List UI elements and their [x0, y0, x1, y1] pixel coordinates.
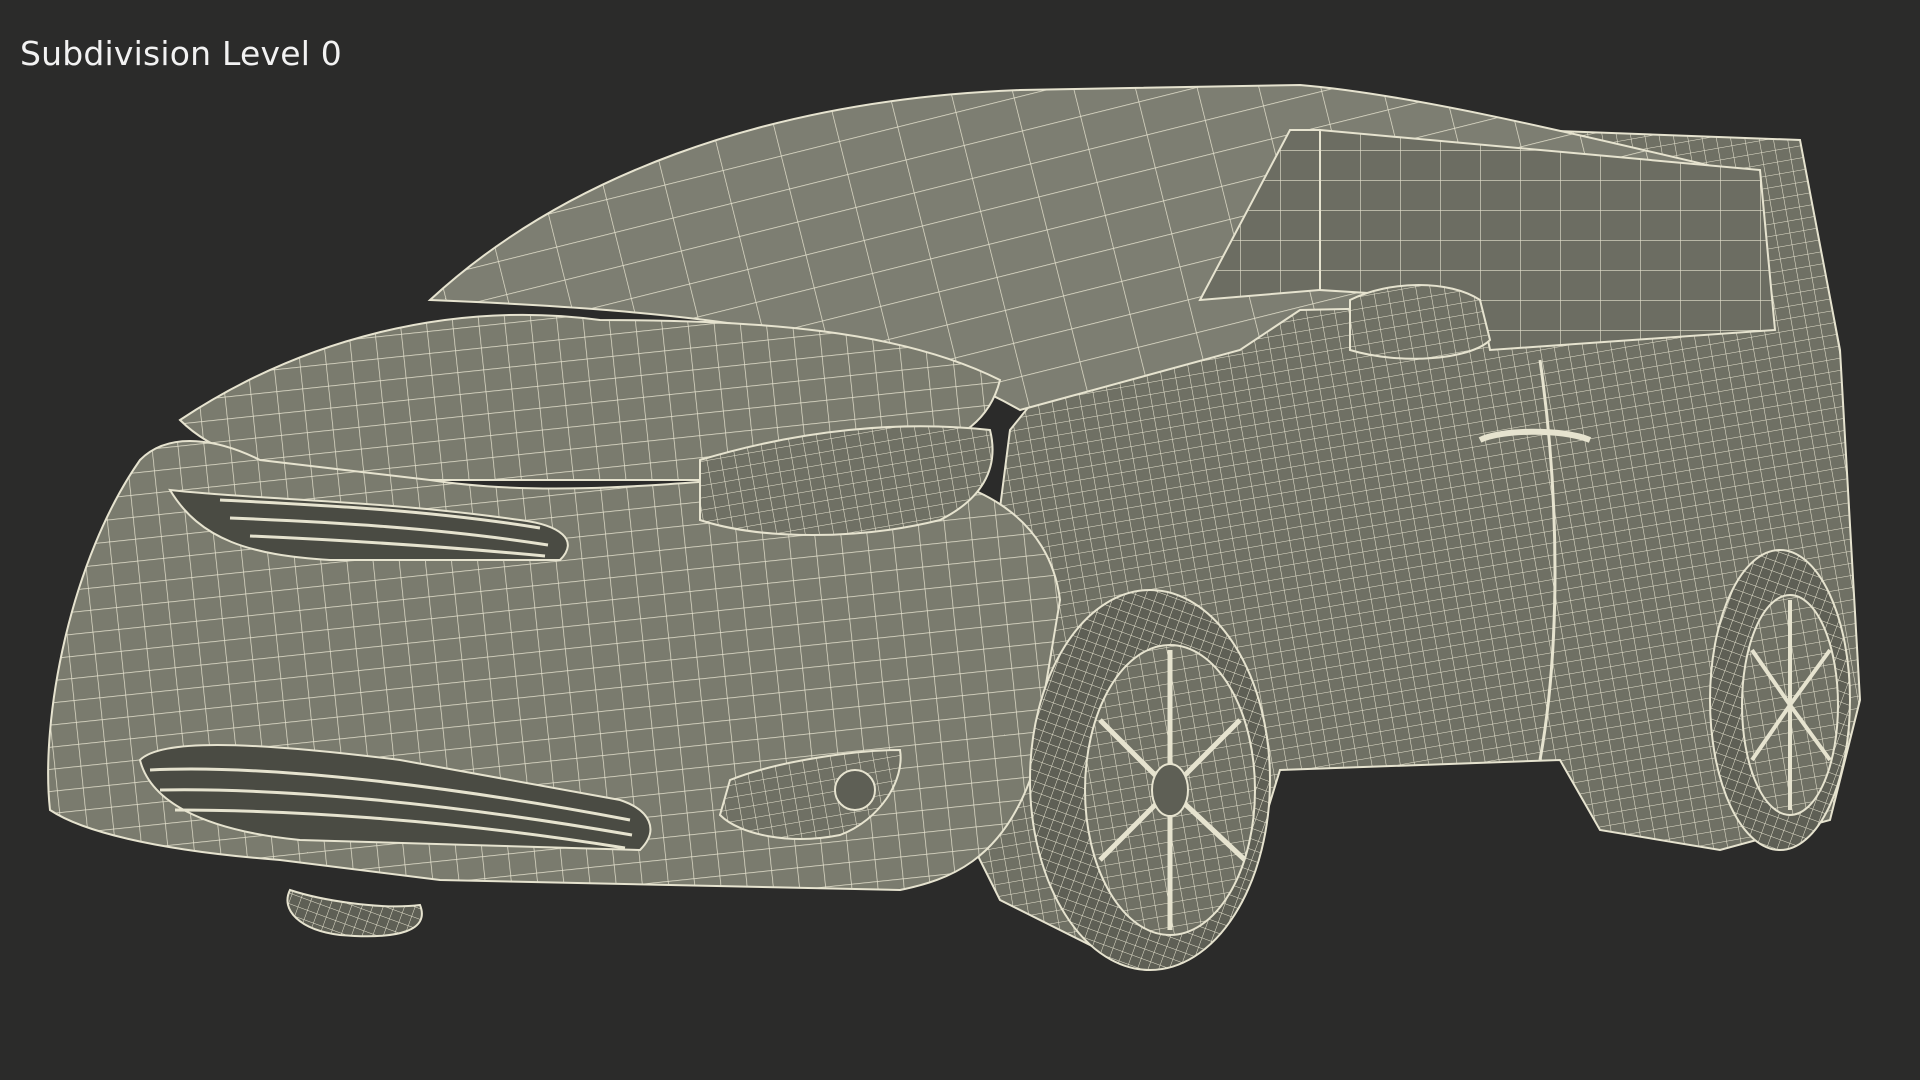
- car-fog-lamp: [834, 769, 876, 811]
- car-rear-wheel: [1709, 549, 1851, 851]
- car-side-mirror: [1349, 284, 1492, 360]
- wireframe-car-render: [47, 83, 1862, 971]
- render-viewport: Subdivision Level 0: [0, 0, 1920, 1080]
- car-front-wheel: [1029, 589, 1271, 971]
- subdivision-level-label: Subdivision Level 0: [20, 34, 342, 73]
- car-front-left-tire: [286, 888, 423, 938]
